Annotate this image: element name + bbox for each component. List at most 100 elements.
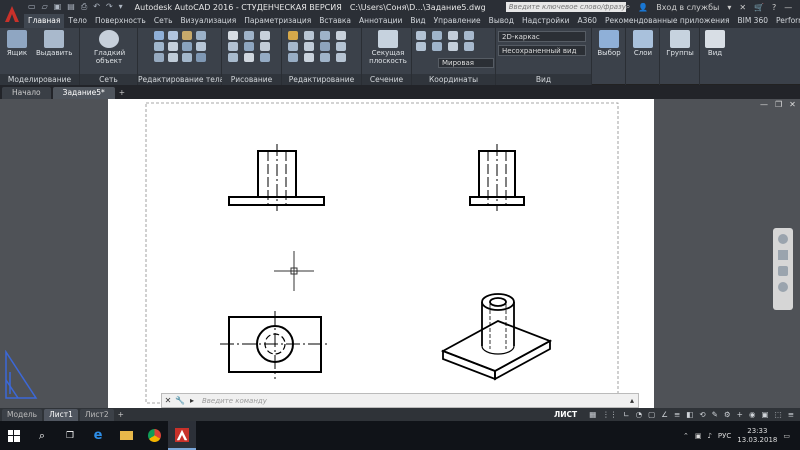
network-icon[interactable]: ▣: [695, 432, 702, 440]
saveas-icon[interactable]: ▤: [67, 2, 75, 12]
front-view-left[interactable]: [228, 144, 325, 211]
application-menu-button[interactable]: [0, 0, 24, 28]
tab-bim360[interactable]: BIM 360: [733, 14, 772, 28]
isometric-view[interactable]: [440, 293, 553, 381]
union-icon[interactable]: [154, 31, 164, 40]
chrome-taskbar-button[interactable]: [140, 421, 168, 450]
help-icon[interactable]: ?: [772, 3, 776, 12]
array-icon[interactable]: [320, 53, 330, 62]
file-tab-start[interactable]: Начало: [2, 87, 51, 99]
explorer-taskbar-button[interactable]: [112, 421, 140, 450]
tab-annotate[interactable]: Аннотации: [355, 14, 406, 28]
grid-icon[interactable]: ▦: [589, 410, 596, 419]
tab-visualize[interactable]: Визуализация: [177, 14, 241, 28]
add-layout-button[interactable]: +: [118, 410, 124, 419]
drawing-restore-button[interactable]: ❐: [775, 100, 782, 109]
panel-label-mesh[interactable]: Сеть: [80, 74, 137, 85]
explode-icon[interactable]: [336, 42, 346, 51]
layout-tab-sheet2[interactable]: Лист2: [79, 408, 114, 421]
language-indicator[interactable]: РУС: [718, 432, 731, 440]
fillet-edge-icon[interactable]: [154, 53, 164, 62]
osnap-icon[interactable]: ▢: [648, 410, 655, 419]
copy-icon[interactable]: [288, 42, 298, 51]
view-button[interactable]: Вид: [700, 30, 730, 57]
tab-featured-apps[interactable]: Рекомендованные приложения: [601, 14, 734, 28]
mirror-icon[interactable]: [304, 42, 314, 51]
panel-label-coordinates[interactable]: Координаты: [412, 74, 495, 85]
tab-insert[interactable]: Вставка: [315, 14, 355, 28]
interfere-icon[interactable]: [196, 31, 206, 40]
tray-chevron-icon[interactable]: ⌃: [683, 432, 689, 440]
windows-start-button[interactable]: [0, 421, 28, 450]
ucs-world-icon[interactable]: [432, 31, 442, 40]
stretch-icon[interactable]: [288, 53, 298, 62]
zoom-icon[interactable]: [778, 266, 788, 276]
intersect-icon[interactable]: [182, 31, 192, 40]
erase-icon[interactable]: [336, 31, 346, 40]
clean-screen-icon[interactable]: ⬚: [775, 410, 782, 419]
groups-button[interactable]: Группы: [665, 30, 695, 57]
box-button[interactable]: Ящик: [2, 30, 32, 57]
tab-a360[interactable]: A360: [573, 14, 600, 28]
search-icon[interactable]: ⌕: [626, 2, 630, 12]
drawing-minimize-button[interactable]: —: [760, 100, 768, 109]
section-plane-button[interactable]: Секущая плоскость: [368, 30, 408, 65]
customize-icon[interactable]: 🔧: [174, 395, 186, 407]
undo-icon[interactable]: ↶: [93, 2, 100, 12]
otrack-icon[interactable]: ∠: [661, 410, 668, 419]
ellipse-icon[interactable]: [228, 53, 238, 62]
slice-icon[interactable]: [154, 42, 164, 51]
task-view-button[interactable]: ❐: [56, 421, 84, 450]
more-icon[interactable]: ▾: [119, 2, 123, 12]
redo-icon[interactable]: ↷: [106, 2, 113, 12]
ucs-icon[interactable]: [416, 31, 426, 40]
selection-cycle-icon[interactable]: ⟲: [699, 410, 705, 419]
new-icon[interactable]: ▭: [28, 2, 36, 12]
lineweight-icon[interactable]: ≡: [674, 410, 680, 419]
print-icon[interactable]: ⎙: [81, 2, 87, 12]
panel-label-section[interactable]: Сечение: [362, 74, 411, 85]
separate-icon[interactable]: [196, 42, 206, 51]
tab-addins[interactable]: Надстройки: [518, 14, 574, 28]
tab-solid[interactable]: Тело: [64, 14, 91, 28]
search-input[interactable]: Введите ключевое слово/фразу: [505, 2, 626, 12]
top-view[interactable]: [220, 311, 330, 379]
hardware-accel-icon[interactable]: ▣: [762, 410, 769, 419]
panel-label-solid-editing[interactable]: Редактирование тела: [138, 74, 224, 85]
save-icon[interactable]: ▣: [54, 2, 62, 12]
ucs-z-icon[interactable]: [464, 42, 474, 51]
selection-button[interactable]: Выбор: [594, 30, 624, 57]
hatch-icon[interactable]: [244, 53, 254, 62]
file-tab-current[interactable]: Задание5*: [52, 87, 115, 99]
coord-system-select[interactable]: Мировая: [438, 58, 494, 68]
notifications-icon[interactable]: ▭: [783, 432, 790, 440]
paper-sheet[interactable]: [108, 99, 654, 408]
autocad-taskbar-button[interactable]: [168, 421, 196, 450]
command-history-icon[interactable]: ▴: [626, 395, 638, 407]
ucs-y-icon[interactable]: [448, 42, 458, 51]
circle-icon[interactable]: [260, 31, 270, 40]
tab-output[interactable]: Вывод: [485, 14, 518, 28]
trim-icon[interactable]: [320, 31, 330, 40]
close-command-icon[interactable]: ✕: [162, 395, 174, 407]
steering-wheel-icon[interactable]: [778, 234, 788, 244]
command-input[interactable]: Введите команду: [198, 397, 626, 405]
space-indicator[interactable]: ЛИСТ: [554, 410, 577, 419]
ucs-x-icon[interactable]: [432, 42, 442, 51]
layout-tab-model[interactable]: Модель: [2, 408, 43, 421]
pan-icon[interactable]: [778, 250, 788, 260]
subtract-icon[interactable]: [168, 31, 178, 40]
ortho-icon[interactable]: ∟: [623, 410, 629, 419]
cart-icon[interactable]: 🛒: [754, 3, 764, 12]
layout-tab-sheet1[interactable]: Лист1: [44, 408, 78, 421]
scale-icon[interactable]: [304, 53, 314, 62]
polygon-icon[interactable]: [260, 42, 270, 51]
saved-view-select[interactable]: Несохраненный вид: [498, 45, 586, 56]
fillet-icon[interactable]: [320, 42, 330, 51]
orbit-icon[interactable]: [778, 282, 788, 292]
offset-edge-icon[interactable]: [196, 53, 206, 62]
tab-mesh[interactable]: Сеть: [150, 14, 177, 28]
clock[interactable]: 23:33 13.03.2018: [737, 427, 777, 445]
tab-home[interactable]: Главная: [24, 14, 65, 28]
new-tab-button[interactable]: +: [119, 87, 125, 99]
